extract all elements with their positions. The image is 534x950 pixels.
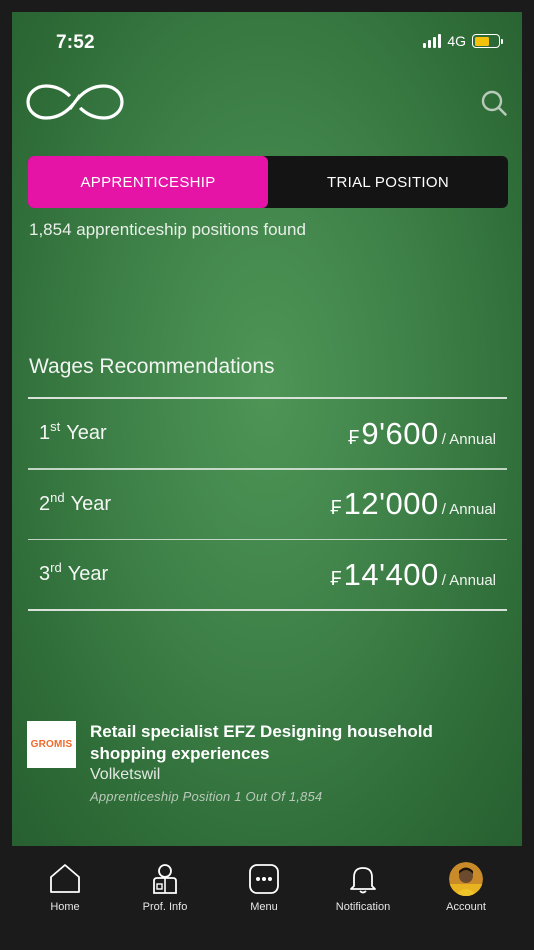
nav-account[interactable]: Account	[416, 862, 516, 913]
wage-row: 3 rd Year ₣ 14'400 / Annual	[28, 540, 507, 609]
avatar	[449, 862, 483, 896]
position-type-toggle: APPRENTICESHIP TRIAL POSITION	[28, 156, 508, 208]
nav-prof-info-label: Prof. Info	[142, 901, 188, 913]
currency-symbol: ₣	[330, 497, 342, 519]
year-label: Year	[66, 422, 107, 444]
currency-symbol: ₣	[348, 426, 360, 449]
wage-value: 14'400	[343, 556, 439, 592]
tab-apprenticeship[interactable]: APPRENTICESHIP	[28, 156, 268, 208]
year-ordinal-suffix: rd	[50, 560, 62, 575]
nav-menu[interactable]: Menu	[214, 862, 314, 913]
profile-icon	[153, 864, 177, 894]
year-ordinal: 2	[39, 492, 51, 515]
year-ordinal-suffix: nd	[50, 489, 65, 505]
wage-value: 12'000	[343, 486, 439, 521]
wage-value: 9'600	[361, 415, 439, 451]
status-bar: 7:52 4G	[12, 12, 522, 70]
search-icon[interactable]	[480, 89, 508, 117]
nav-notification[interactable]: Notification	[313, 862, 413, 913]
wage-year: 3 rd Year	[39, 560, 109, 586]
wage-period: / Annual	[441, 501, 496, 518]
currency-symbol: ₣	[330, 567, 342, 590]
home-icon	[50, 864, 80, 893]
bell-icon	[350, 867, 376, 894]
wage-year: 1 st Year	[39, 419, 107, 445]
wage-year: 2 nd Year	[39, 489, 112, 516]
year-ordinal: 3	[39, 563, 51, 585]
nav-home[interactable]: Home	[15, 862, 115, 913]
nav-account-label: Account	[446, 901, 486, 913]
nav-prof-info[interactable]: Prof. Info	[115, 862, 215, 913]
job-location: Volketswil	[90, 766, 161, 783]
company-logo: GROMIS	[27, 721, 76, 768]
battery-icon	[472, 34, 503, 48]
wage-row: 2 nd Year ₣ 12'000 / Annual	[28, 470, 507, 539]
infinity-logo[interactable]	[26, 82, 124, 122]
nav-menu-label: Menu	[250, 901, 278, 913]
menu-icon	[249, 864, 279, 894]
wage-amount: ₣ 14'400 / Annual	[331, 557, 496, 593]
year-ordinal: 1	[39, 422, 51, 444]
year-ordinal-suffix: st	[50, 419, 61, 434]
year-label: Year	[67, 563, 109, 585]
bottom-nav: Home Prof. Info Menu Notification Accoun…	[0, 846, 534, 950]
wage-period: / Annual	[441, 430, 496, 448]
nav-notification-label: Notification	[335, 901, 391, 913]
wage-row: 1 st Year ₣ 9'600 / Annual	[28, 399, 507, 468]
results-count: 1,854 apprenticeship positions found	[29, 220, 306, 239]
job-position-counter: Apprenticeship Position 1 Out Of 1,854	[90, 789, 323, 804]
divider	[28, 609, 507, 611]
status-indicators: 4G	[423, 33, 503, 49]
wage-amount: ₣ 12'000 / Annual	[331, 486, 496, 522]
signal-icon	[423, 34, 442, 48]
app-screen: 7:52 4G APPRENTICESHIP TRIAL POSITION 1,…	[12, 12, 522, 846]
nav-home-label: Home	[50, 901, 80, 913]
job-card[interactable]: GROMIS Retail specialist EFZ Designing h…	[27, 721, 507, 811]
tab-trial-position[interactable]: TRIAL POSITION	[268, 156, 508, 208]
wage-amount: ₣ 9'600 / Annual	[348, 416, 496, 452]
wages-title: Wages Recommendations	[29, 355, 275, 378]
job-title[interactable]: Retail specialist EFZ Designing househol…	[90, 721, 490, 765]
wage-period: / Annual	[441, 571, 496, 589]
status-time: 7:52	[56, 32, 95, 53]
wages-table: 1 st Year ₣ 9'600 / Annual 2 nd Year ₣ 1…	[28, 397, 507, 611]
network-type: 4G	[447, 33, 466, 49]
year-label: Year	[70, 492, 112, 515]
company-logo-text: GROMIS	[30, 739, 73, 750]
